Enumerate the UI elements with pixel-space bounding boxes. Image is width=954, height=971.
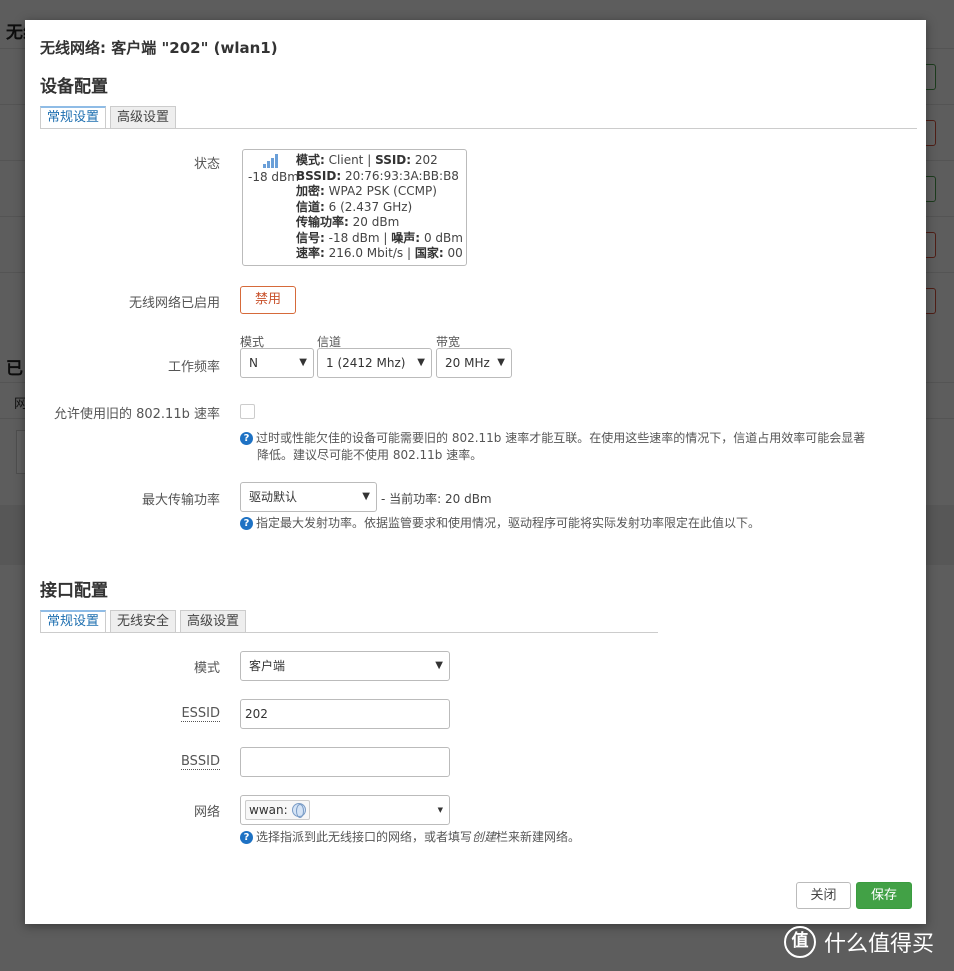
- tab-iface-security[interactable]: 无线安全: [110, 610, 177, 633]
- caret-down-icon: ▼: [437, 806, 443, 814]
- essid-input[interactable]: 202: [240, 699, 450, 729]
- essid-label: ESSID: [181, 706, 220, 722]
- current-txpower: - 当前功率: 20 dBm: [381, 492, 492, 506]
- tabs-divider: [40, 128, 917, 129]
- chevron-down-icon: ▼: [362, 491, 370, 502]
- bandwidth-select[interactable]: 20 MHz ▼: [436, 348, 512, 378]
- dialog-title: 无线网络: 客户端 "202" (wlan1): [40, 39, 278, 57]
- signal-strength-icon: [263, 154, 279, 168]
- chevron-down-icon: ▼: [497, 357, 505, 368]
- close-button[interactable]: 关闭: [796, 882, 851, 909]
- tab-iface-general[interactable]: 常规设置: [40, 610, 107, 633]
- network-chip: wwan:: [245, 800, 310, 820]
- watermark-text: 什么值得买: [824, 932, 935, 957]
- status-box: -18 dBm 模式: Client | SSID: 202 BSSID: 20…: [242, 149, 467, 266]
- status-details: 模式: Client | SSID: 202 BSSID: 20:76:93:3…: [296, 153, 463, 260]
- status-label: 状态: [193, 157, 220, 172]
- txpower-select[interactable]: 驱动默认 ▼: [240, 482, 377, 512]
- mode-select[interactable]: N ▼: [240, 348, 314, 378]
- tabs-divider: [40, 632, 658, 633]
- disable-button[interactable]: 禁用: [240, 286, 296, 314]
- network-help: ? 选择指派到此无线接口的网络，或者填写创建栏来新建网络。: [240, 829, 920, 846]
- network-label: 网络: [193, 805, 220, 820]
- device-tabs: 常规设置 高级设置: [40, 105, 181, 129]
- legacy-rates-label: 允许使用旧的 802.11b 速率: [53, 407, 220, 422]
- wireless-enabled-label: 无线网络已启用: [128, 296, 220, 311]
- bssid-label: BSSID: [180, 754, 220, 770]
- iface-config-title: 接口配置: [40, 581, 108, 601]
- help-icon: ?: [240, 432, 253, 445]
- signal-dbm: -18 dBm: [248, 170, 299, 184]
- txpower-help: ? 指定最大发射功率。依据监管要求和使用情况，驱动程序可能将实际发射功率限定在此值…: [240, 515, 920, 532]
- globe-icon: [291, 803, 306, 818]
- chevron-down-icon: ▼: [417, 357, 425, 368]
- network-select[interactable]: wwan: ▼: [240, 795, 450, 825]
- tab-device-general[interactable]: 常规设置: [40, 106, 107, 129]
- chevron-down-icon: ▼: [299, 357, 307, 368]
- iface-tabs: 常规设置 无线安全 高级设置: [40, 609, 251, 633]
- tab-device-advanced[interactable]: 高级设置: [110, 106, 177, 129]
- chevron-down-icon: ▼: [435, 660, 443, 671]
- max-txpower-label: 最大传输功率: [141, 493, 220, 508]
- device-config-title: 设备配置: [40, 77, 108, 97]
- frequency-label: 工作频率: [167, 360, 220, 375]
- iface-mode-label: 模式: [193, 661, 220, 676]
- help-icon: ?: [240, 517, 253, 530]
- legacy-rates-checkbox[interactable]: [240, 404, 255, 419]
- help-icon: ?: [240, 831, 253, 844]
- tab-iface-advanced[interactable]: 高级设置: [180, 610, 247, 633]
- watermark-logo: 值: [784, 926, 816, 958]
- save-button[interactable]: 保存: [856, 882, 912, 909]
- bssid-input[interactable]: [240, 747, 450, 777]
- channel-select[interactable]: 1 (2412 Mhz) ▼: [317, 348, 432, 378]
- wireless-config-dialog: 无线网络: 客户端 "202" (wlan1) 设备配置 常规设置 高级设置 状…: [25, 20, 926, 924]
- legacy-rates-help: ? 过时或性能欠佳的设备可能需要旧的 802.11b 速率才能互联。在使用这些速率…: [240, 430, 920, 464]
- iface-mode-select[interactable]: 客户端 ▼: [240, 651, 450, 681]
- watermark: 值 什么值得买: [784, 926, 934, 958]
